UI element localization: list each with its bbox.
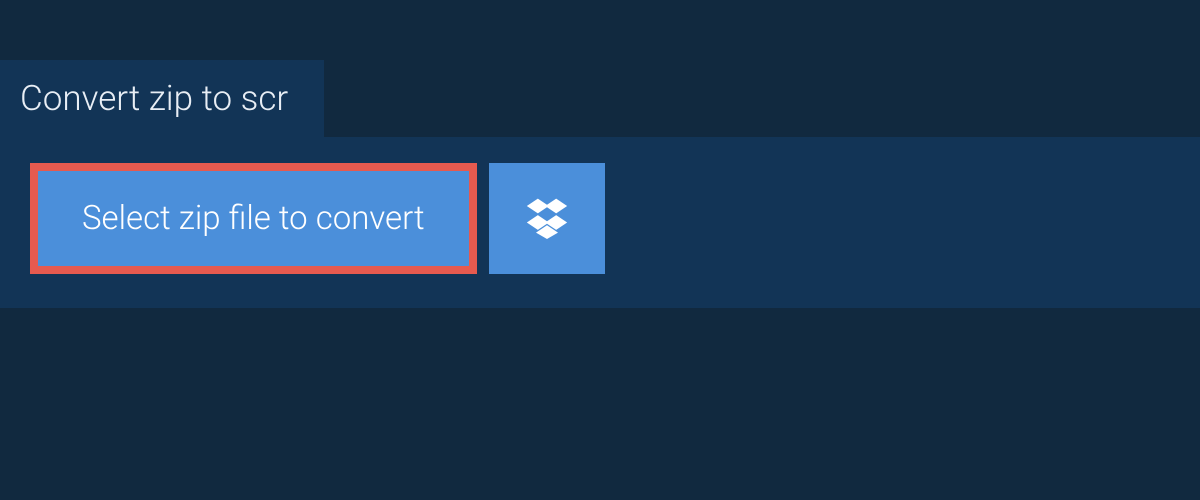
dropbox-icon	[525, 195, 569, 242]
convert-panel: Select zip file to convert	[0, 137, 1200, 308]
file-select-row: Select zip file to convert	[30, 163, 1170, 274]
tab-bar: Convert zip to scr	[0, 0, 1200, 137]
select-file-label: Select zip file to convert	[82, 199, 425, 238]
select-file-highlight: Select zip file to convert	[30, 163, 477, 274]
tab-convert-zip-to-scr[interactable]: Convert zip to scr	[0, 60, 324, 137]
tab-label: Convert zip to scr	[20, 78, 288, 119]
select-file-button[interactable]: Select zip file to convert	[38, 171, 469, 266]
dropbox-button[interactable]	[489, 163, 605, 274]
